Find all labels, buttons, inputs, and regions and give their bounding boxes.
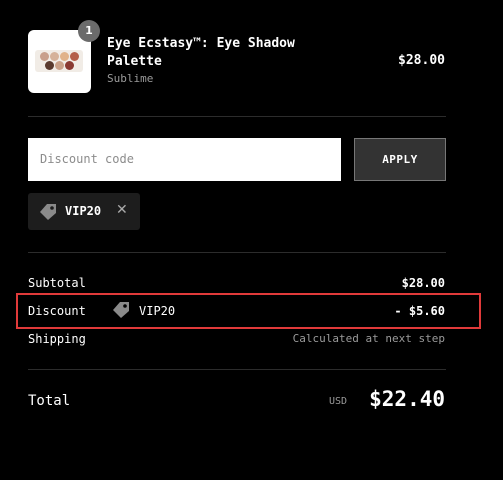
eyeshadow-palette-image [35,50,83,72]
currency-code: USD [329,396,348,407]
applied-discount-chip: VIP20 ✕ [28,193,140,230]
subtotal-label: Subtotal [28,276,86,290]
shipping-value: Calculated at next step [292,332,445,345]
close-icon[interactable]: ✕ [116,202,128,218]
product-name: Eye Ecstasy™: Eye Shadow Palette [107,36,295,69]
quantity-badge: 1 [78,20,100,42]
divider [28,116,446,117]
apply-button[interactable]: APPLY [354,138,446,181]
tag-icon [111,301,131,323]
discount-value: - $5.60 [394,304,445,318]
divider [28,369,446,370]
shipping-label: Shipping [28,332,86,346]
discount-label: Discount [28,304,86,318]
discount-code-label: VIP20 [139,304,176,318]
total-value: $22.40 [369,387,445,411]
subtotal-value: $28.00 [401,276,445,290]
discount-code-placeholder: Discount code [40,152,134,166]
discount-code-input[interactable]: Discount code [28,138,341,181]
applied-code-label: VIP20 [65,204,102,218]
tag-icon [38,203,58,225]
divider [28,252,446,253]
product-price: $28.00 [398,53,445,68]
product-brand: Sublime [107,72,154,85]
total-label: Total [28,393,71,409]
